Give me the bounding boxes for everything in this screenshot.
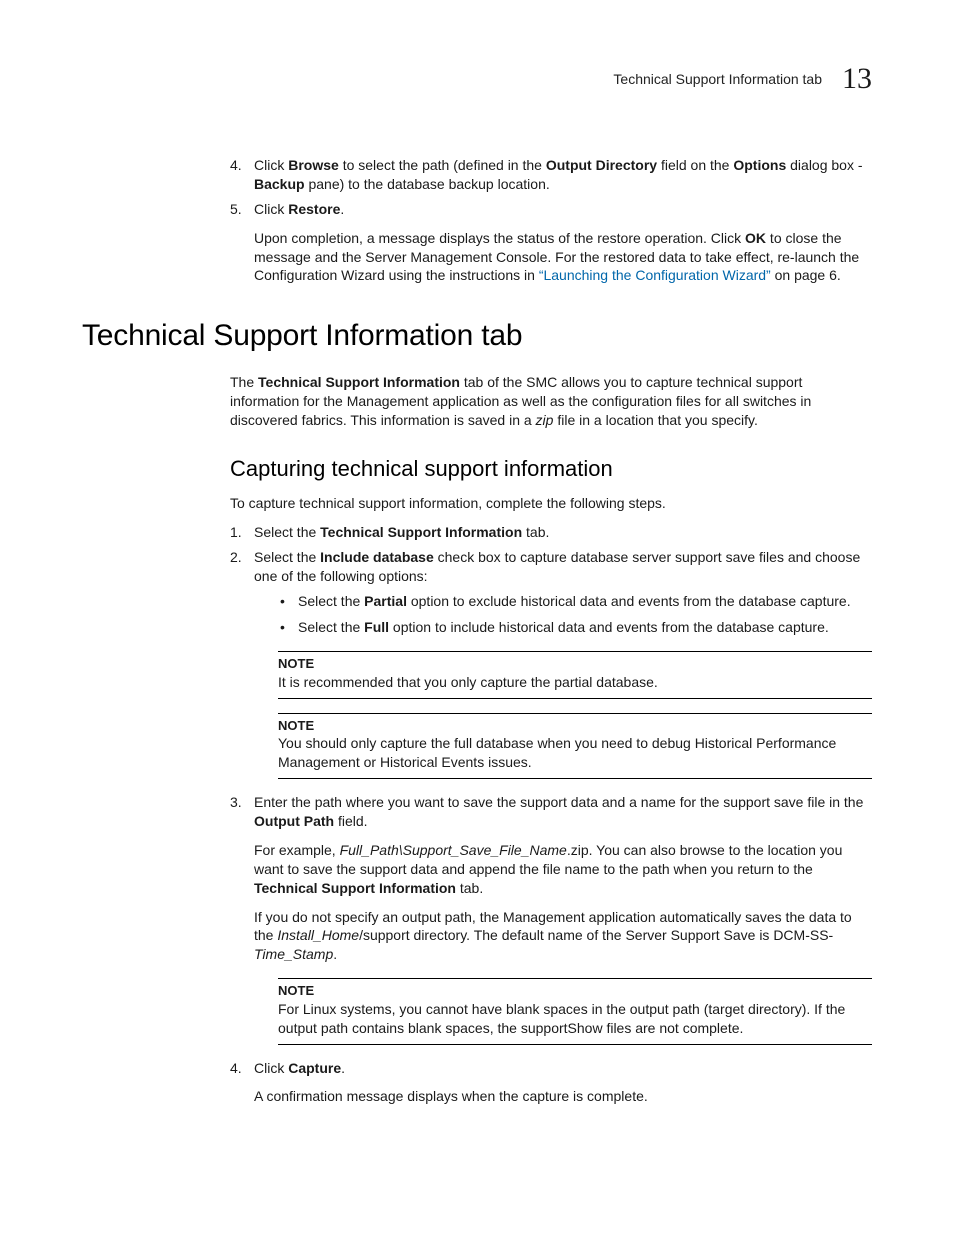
note-label: NOTE <box>278 717 872 735</box>
tech-support-info-label: Technical Support Information <box>320 524 522 540</box>
body-column-top: 4. Click Browse to select the path (defi… <box>230 156 872 285</box>
text: Click <box>254 1060 288 1076</box>
option-list: Select the Partial option to exclude his… <box>280 592 872 638</box>
text: file in a location that you specify. <box>553 412 757 428</box>
output-directory-label: Output Directory <box>546 157 657 173</box>
restore-steps: 4. Click Browse to select the path (defi… <box>230 156 872 285</box>
capture-label: Capture <box>288 1060 341 1076</box>
install-home-label: Install_Home <box>277 927 359 943</box>
text: Click <box>254 201 288 217</box>
include-database-label: Include database <box>320 549 434 565</box>
running-header-text: Technical Support Information tab <box>613 71 822 87</box>
output-path-label: Output Path <box>254 813 334 829</box>
capture-step-3: 3. Enter the path where you want to save… <box>230 793 872 1044</box>
running-header: Technical Support Information tab 13 <box>82 62 872 96</box>
text: . <box>340 201 344 217</box>
capture-step-4: 4. Click Capture. A confirmation message… <box>230 1059 872 1107</box>
text: pane) to the database backup location. <box>305 176 550 192</box>
step-marker: 4. <box>230 156 242 175</box>
zip-label: zip <box>536 412 554 428</box>
note-label: NOTE <box>278 655 872 673</box>
text: Enter the path where you want to save th… <box>254 794 863 810</box>
subsection-title: Capturing technical support information <box>230 456 872 482</box>
step-4: 4. Click Browse to select the path (defi… <box>230 156 872 194</box>
note-box-2: NOTE You should only capture the full da… <box>278 713 872 779</box>
option-full: Select the Full option to include histor… <box>280 618 872 637</box>
text: Select the <box>298 619 364 635</box>
chapter-number: 13 <box>842 62 872 96</box>
text: . <box>333 946 337 962</box>
note-body: You should only capture the full databas… <box>278 734 872 772</box>
text: Click <box>254 157 288 173</box>
text: Select the <box>254 549 320 565</box>
tech-support-info-label: Technical Support Information <box>254 880 456 896</box>
step-marker: 4. <box>230 1059 242 1078</box>
options-label: Options <box>733 157 786 173</box>
option-partial: Select the Partial option to exclude his… <box>280 592 872 611</box>
step-3-example: For example, Full_Path\Support_Save_File… <box>254 841 872 898</box>
section-title: Technical Support Information tab <box>82 319 872 353</box>
text: Select the <box>298 593 364 609</box>
backup-label: Backup <box>254 176 305 192</box>
browse-label: Browse <box>288 157 339 173</box>
tech-support-info-label: Technical Support Information <box>258 374 460 390</box>
intro-paragraph: The Technical Support Information tab of… <box>230 373 872 430</box>
text: Upon completion, a message displays the … <box>254 230 745 246</box>
text: field. <box>334 813 367 829</box>
note-body: It is recommended that you only capture … <box>278 673 872 692</box>
step-marker: 2. <box>230 548 242 567</box>
step-4-detail: A confirmation message displays when the… <box>254 1087 872 1106</box>
step-5-detail: Upon completion, a message displays the … <box>254 229 872 286</box>
page: Technical Support Information tab 13 4. … <box>0 0 954 1235</box>
full-label: Full <box>364 619 389 635</box>
note-box-1: NOTE It is recommended that you only cap… <box>278 651 872 698</box>
partial-label: Partial <box>364 593 407 609</box>
restore-label: Restore <box>288 201 340 217</box>
note-label: NOTE <box>278 982 872 1000</box>
text: tab. <box>522 524 549 540</box>
text: on page 6. <box>771 267 841 283</box>
text: Select the <box>254 524 320 540</box>
capture-steps: 1. Select the Technical Support Informat… <box>230 523 872 1106</box>
text: /support directory. The default name of … <box>359 927 833 943</box>
text: field on the <box>657 157 733 173</box>
time-stamp-label: Time_Stamp <box>254 946 333 962</box>
text: . <box>341 1060 345 1076</box>
capture-step-1: 1. Select the Technical Support Informat… <box>230 523 872 542</box>
text: option to include historical data and ev… <box>389 619 829 635</box>
example-path: Full_Path\Support_Save_File_Name <box>340 842 567 858</box>
text: dialog box - <box>786 157 862 173</box>
capture-step-2: 2. Select the Include database check box… <box>230 548 872 779</box>
note-box-3: NOTE For Linux systems, you cannot have … <box>278 978 872 1044</box>
text: tab. <box>456 880 483 896</box>
text: The <box>230 374 258 390</box>
xref-launching-config-wizard[interactable]: “Launching the Configuration Wizard” <box>539 267 771 283</box>
step-marker: 5. <box>230 200 242 219</box>
ok-label: OK <box>745 230 766 246</box>
text: For example, <box>254 842 340 858</box>
text: option to exclude historical data and ev… <box>407 593 851 609</box>
text: to select the path (defined in the <box>339 157 546 173</box>
step-3-default: If you do not specify an output path, th… <box>254 908 872 965</box>
step-marker: 3. <box>230 793 242 812</box>
note-body: For Linux systems, you cannot have blank… <box>278 1000 872 1038</box>
section-intro: The Technical Support Information tab of… <box>230 373 872 1106</box>
lead-paragraph: To capture technical support information… <box>230 494 872 513</box>
step-5: 5. Click Restore. Upon completion, a mes… <box>230 200 872 286</box>
step-marker: 1. <box>230 523 242 542</box>
